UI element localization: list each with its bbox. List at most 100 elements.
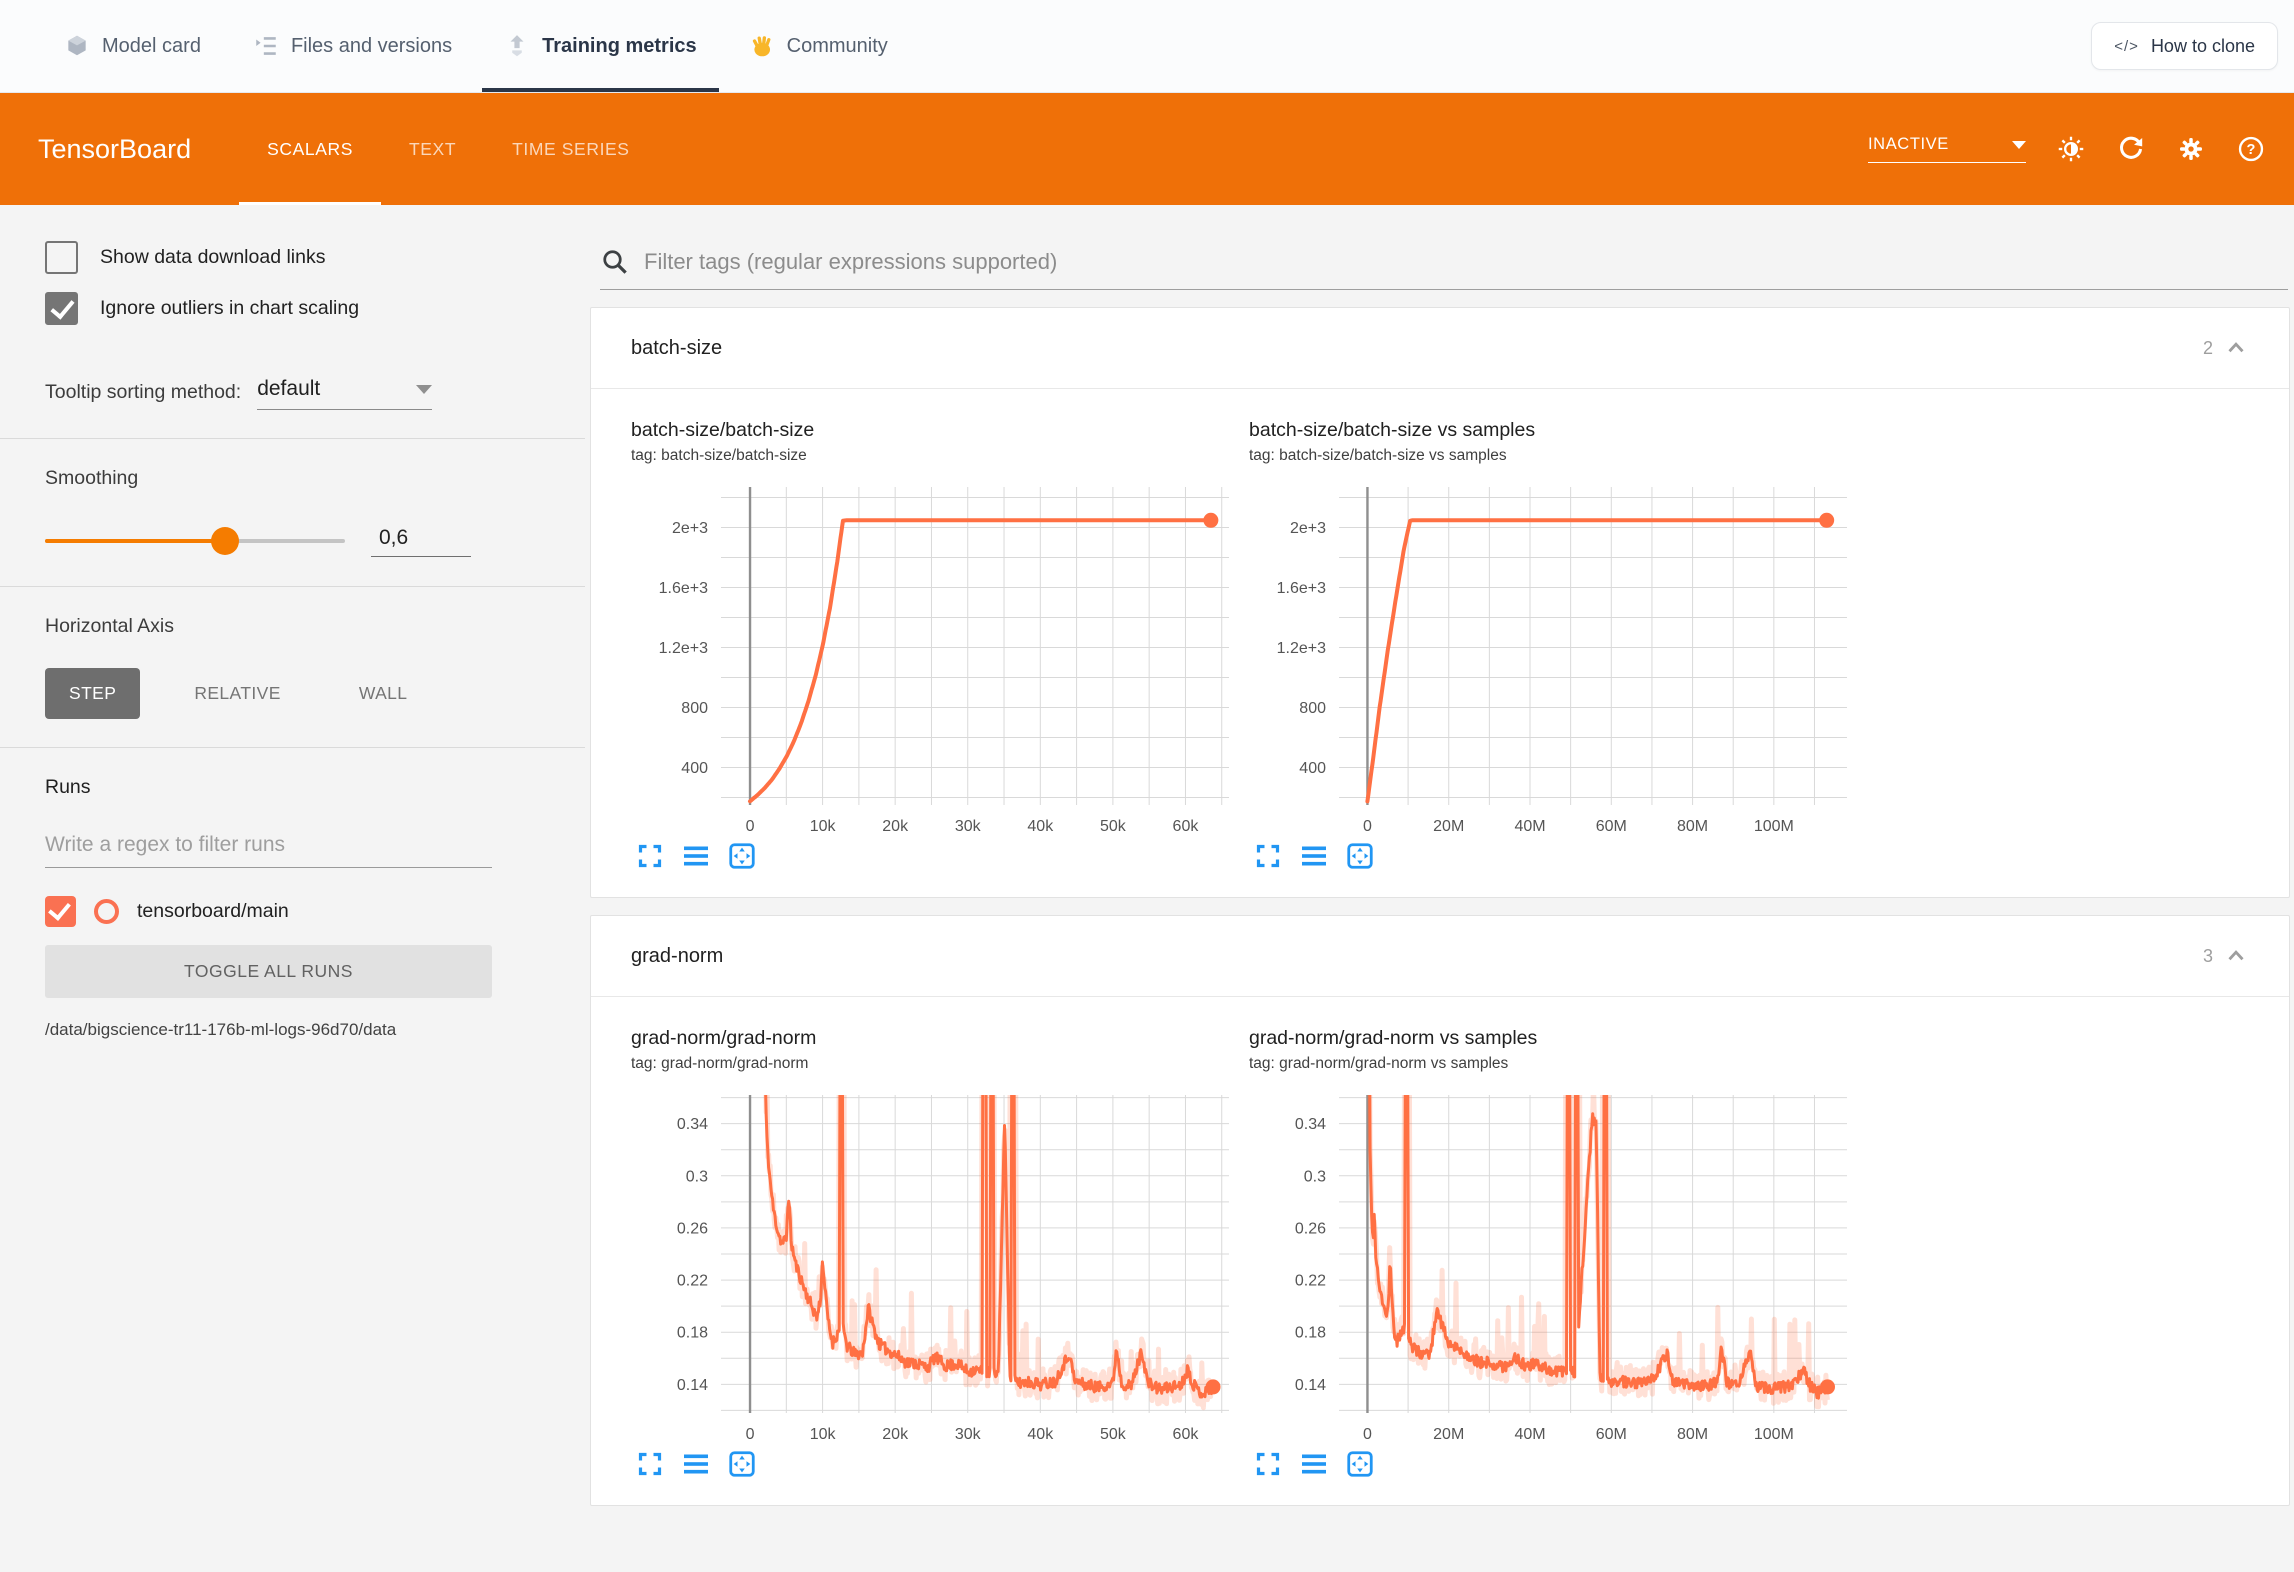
card-grad-norm-header[interactable]: grad-norm 3 bbox=[591, 916, 2289, 996]
run-name: tensorboard/main bbox=[137, 900, 289, 923]
reload-status-dropdown[interactable]: INACTIVE bbox=[1868, 135, 2026, 163]
svg-text:100M: 100M bbox=[1754, 818, 1794, 835]
runs-table-icon[interactable] bbox=[1299, 841, 1329, 871]
axis-step-button[interactable]: STEP bbox=[45, 668, 140, 719]
svg-text:20M: 20M bbox=[1433, 1426, 1464, 1443]
card-title: grad-norm bbox=[631, 945, 723, 968]
how-to-clone-button[interactable]: </> How to clone bbox=[2091, 22, 2278, 70]
chart-toolbar bbox=[1249, 841, 1867, 871]
tooltip-sorting-dropdown[interactable]: default bbox=[257, 377, 432, 410]
waving-hand-icon bbox=[749, 33, 775, 59]
line-chart[interactable]: 020M40M60M80M100M4008001.2e+31.6e+32e+3 bbox=[1249, 479, 1867, 837]
site-header: Model card Files and versions Training m… bbox=[0, 0, 2294, 93]
smoothing-value-field[interactable]: 0,6 bbox=[371, 526, 471, 557]
checkbox-icon[interactable] bbox=[45, 292, 78, 325]
smoothing-label: Smoothing bbox=[45, 467, 540, 490]
svg-text:100M: 100M bbox=[1754, 1426, 1794, 1443]
cube-icon bbox=[64, 33, 90, 59]
file-list-icon bbox=[253, 33, 279, 59]
checkbox-icon[interactable] bbox=[45, 241, 78, 274]
collapse-chevron-icon[interactable] bbox=[2223, 335, 2249, 361]
page: Model card Files and versions Training m… bbox=[0, 0, 2294, 1572]
chevron-down-icon bbox=[416, 385, 432, 394]
svg-text:0.3: 0.3 bbox=[686, 1168, 708, 1185]
svg-text:400: 400 bbox=[681, 760, 708, 777]
show-download-links-checkbox[interactable]: Show data download links bbox=[45, 241, 540, 274]
svg-text:0.14: 0.14 bbox=[677, 1377, 708, 1394]
svg-text:40M: 40M bbox=[1514, 1426, 1545, 1443]
tb-tab-scalars[interactable]: SCALARS bbox=[239, 93, 381, 205]
settings-gear-icon[interactable] bbox=[2176, 134, 2206, 164]
chart-grad-norm-step: grad-norm/grad-norm tag: grad-norm/grad-… bbox=[631, 1027, 1249, 1479]
tab-label: Files and versions bbox=[291, 35, 452, 58]
dropdown-value: default bbox=[257, 377, 320, 401]
svg-text:0.34: 0.34 bbox=[1295, 1116, 1326, 1133]
horizontal-axis-label: Horizontal Axis bbox=[45, 615, 540, 638]
svg-text:400: 400 bbox=[1299, 760, 1326, 777]
dashboard-main: batch-size 2 batch-size/batch-size tag: … bbox=[585, 205, 2294, 1572]
card-batch-size: batch-size 2 batch-size/batch-size tag: … bbox=[590, 307, 2290, 898]
toggle-all-runs-button[interactable]: TOGGLE ALL RUNS bbox=[45, 945, 492, 998]
ignore-outliers-checkbox[interactable]: Ignore outliers in chart scaling bbox=[45, 292, 540, 325]
fit-domain-icon[interactable] bbox=[727, 1449, 757, 1479]
tab-label: Community bbox=[787, 35, 888, 58]
svg-text:800: 800 bbox=[681, 700, 708, 717]
chart-tag: tag: batch-size/batch-size vs samples bbox=[1249, 447, 1867, 465]
slider-thumb[interactable] bbox=[211, 527, 239, 555]
filter-tags-input[interactable] bbox=[644, 249, 2288, 275]
tab-community[interactable]: Community bbox=[723, 0, 914, 92]
checkbox-label: Show data download links bbox=[100, 246, 325, 269]
tensorboard-tabs: SCALARS TEXT TIME SERIES bbox=[239, 93, 658, 205]
card-batch-size-header[interactable]: batch-size 2 bbox=[591, 308, 2289, 388]
chevron-down-icon bbox=[2012, 141, 2026, 149]
fit-domain-icon[interactable] bbox=[1345, 841, 1375, 871]
tensorboard-header: TensorBoard SCALARS TEXT TIME SERIES INA… bbox=[0, 93, 2294, 205]
code-icon: </> bbox=[2114, 38, 2139, 55]
collapse-chevron-icon[interactable] bbox=[2223, 943, 2249, 969]
smoothing-slider[interactable] bbox=[45, 524, 345, 558]
runs-heading: Runs bbox=[45, 776, 540, 799]
chart-toolbar bbox=[1249, 1449, 1867, 1479]
chart-toolbar bbox=[631, 841, 1249, 871]
tb-tab-time-series[interactable]: TIME SERIES bbox=[484, 93, 657, 205]
svg-text:0.14: 0.14 bbox=[1295, 1377, 1326, 1394]
refresh-button[interactable] bbox=[2116, 134, 2146, 164]
tab-model-card[interactable]: Model card bbox=[38, 0, 227, 92]
brightness-toggle-button[interactable] bbox=[2056, 134, 2086, 164]
line-chart[interactable]: 010k20k30k40k50k60k0.140.180.220.260.30.… bbox=[631, 1087, 1249, 1445]
svg-text:0: 0 bbox=[746, 818, 755, 835]
line-chart[interactable]: 020M40M60M80M100M0.140.180.220.260.30.34 bbox=[1249, 1087, 1867, 1445]
tb-tab-text[interactable]: TEXT bbox=[381, 93, 484, 205]
chart-tag: tag: grad-norm/grad-norm vs samples bbox=[1249, 1055, 1867, 1073]
fit-domain-icon[interactable] bbox=[727, 841, 757, 871]
chart-batch-size-step: batch-size/batch-size tag: batch-size/ba… bbox=[631, 419, 1249, 871]
fullscreen-icon[interactable] bbox=[635, 1449, 665, 1479]
search-icon bbox=[600, 247, 630, 277]
tab-training-metrics[interactable]: Training metrics bbox=[478, 0, 723, 92]
runs-table-icon[interactable] bbox=[681, 841, 711, 871]
svg-text:60k: 60k bbox=[1173, 1426, 1200, 1443]
fullscreen-icon[interactable] bbox=[1253, 841, 1283, 871]
svg-text:0.22: 0.22 bbox=[1295, 1273, 1326, 1290]
fullscreen-icon[interactable] bbox=[1253, 1449, 1283, 1479]
line-chart[interactable]: 010k20k30k40k50k60k4008001.2e+31.6e+32e+… bbox=[631, 479, 1249, 837]
svg-text:60M: 60M bbox=[1596, 818, 1627, 835]
axis-wall-button[interactable]: WALL bbox=[335, 668, 432, 719]
tab-files-and-versions[interactable]: Files and versions bbox=[227, 0, 478, 92]
svg-text:0.26: 0.26 bbox=[677, 1220, 708, 1237]
axis-relative-button[interactable]: RELATIVE bbox=[170, 668, 305, 719]
chart-tag: tag: grad-norm/grad-norm bbox=[631, 1055, 1249, 1073]
fit-domain-icon[interactable] bbox=[1345, 1449, 1375, 1479]
svg-text:2e+3: 2e+3 bbox=[1290, 520, 1326, 537]
svg-text:20k: 20k bbox=[882, 818, 909, 835]
svg-text:20M: 20M bbox=[1433, 818, 1464, 835]
runs-table-icon[interactable] bbox=[1299, 1449, 1329, 1479]
runs-filter-input[interactable] bbox=[45, 827, 492, 868]
fullscreen-icon[interactable] bbox=[635, 841, 665, 871]
help-icon[interactable]: ? bbox=[2236, 134, 2266, 164]
svg-text:?: ? bbox=[2247, 142, 2256, 158]
svg-text:0.18: 0.18 bbox=[1295, 1325, 1326, 1342]
runs-table-icon[interactable] bbox=[681, 1449, 711, 1479]
run-item-tensorboard-main[interactable]: tensorboard/main bbox=[45, 896, 540, 927]
run-checkbox[interactable] bbox=[45, 896, 76, 927]
